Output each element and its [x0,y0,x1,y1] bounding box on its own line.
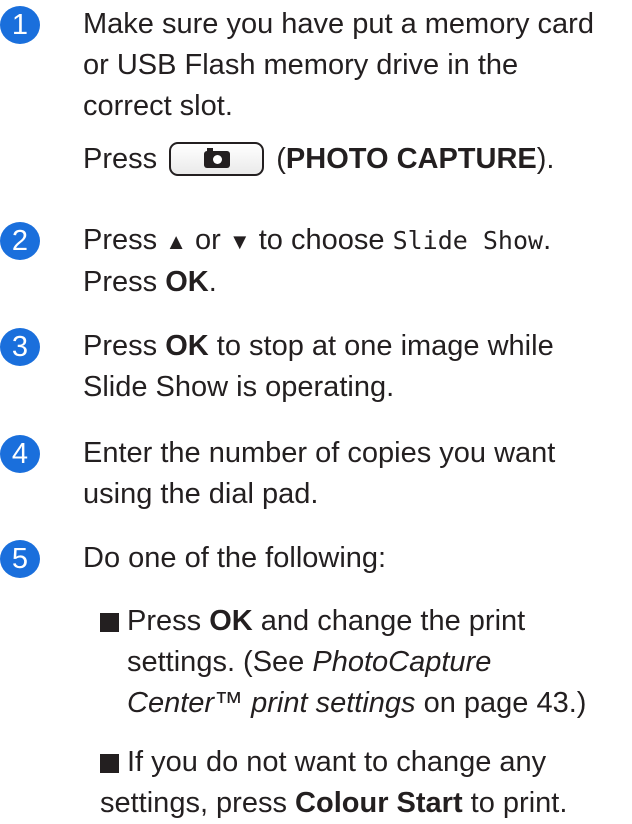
step-2-text: Press ▲ or ▼ to choose Slide Show. Press… [83,224,552,298]
up-arrow-icon: ▲ [165,229,187,254]
step-5-options: Press OK and change the print settings. … [100,601,628,824]
bullet-square-icon [100,613,119,632]
ok-label: OK [165,266,209,298]
step-number-2: 2 [0,222,40,260]
list-item: If you do not want to change any setting… [100,746,568,819]
step-1-text: Make sure you have put a memory card or … [83,8,594,176]
step-1-line-1: Make sure you have put a memory card [83,8,594,40]
step-1-line-2: or USB Flash memory drive in the [83,49,519,81]
step-1-press: Press [83,143,158,175]
step-number-5: 5 [0,540,40,578]
menu-item-slide-show: Slide Show [392,226,544,255]
ok-label: OK [165,330,209,362]
step-1-line-3: correct slot. [83,90,233,122]
step-number-4: 4 [0,435,40,473]
list-item: Press OK and change the print settings. … [100,601,628,724]
bullet-square-icon [100,754,119,773]
photo-capture-button[interactable] [169,142,265,176]
photo-capture-label: PHOTO CAPTURE [285,143,537,175]
step-number-3: 3 [0,328,40,366]
step-3-text: Press OK to stop at one image while Slid… [83,330,554,403]
step-5-text: Do one of the following: [83,542,387,574]
step-4-text: Enter the number of copies you want usin… [83,437,556,510]
step-number-1: 1 [0,6,40,44]
colour-start-label: Colour Start [295,787,463,819]
down-arrow-icon: ▼ [228,229,251,254]
camera-icon [204,148,231,168]
